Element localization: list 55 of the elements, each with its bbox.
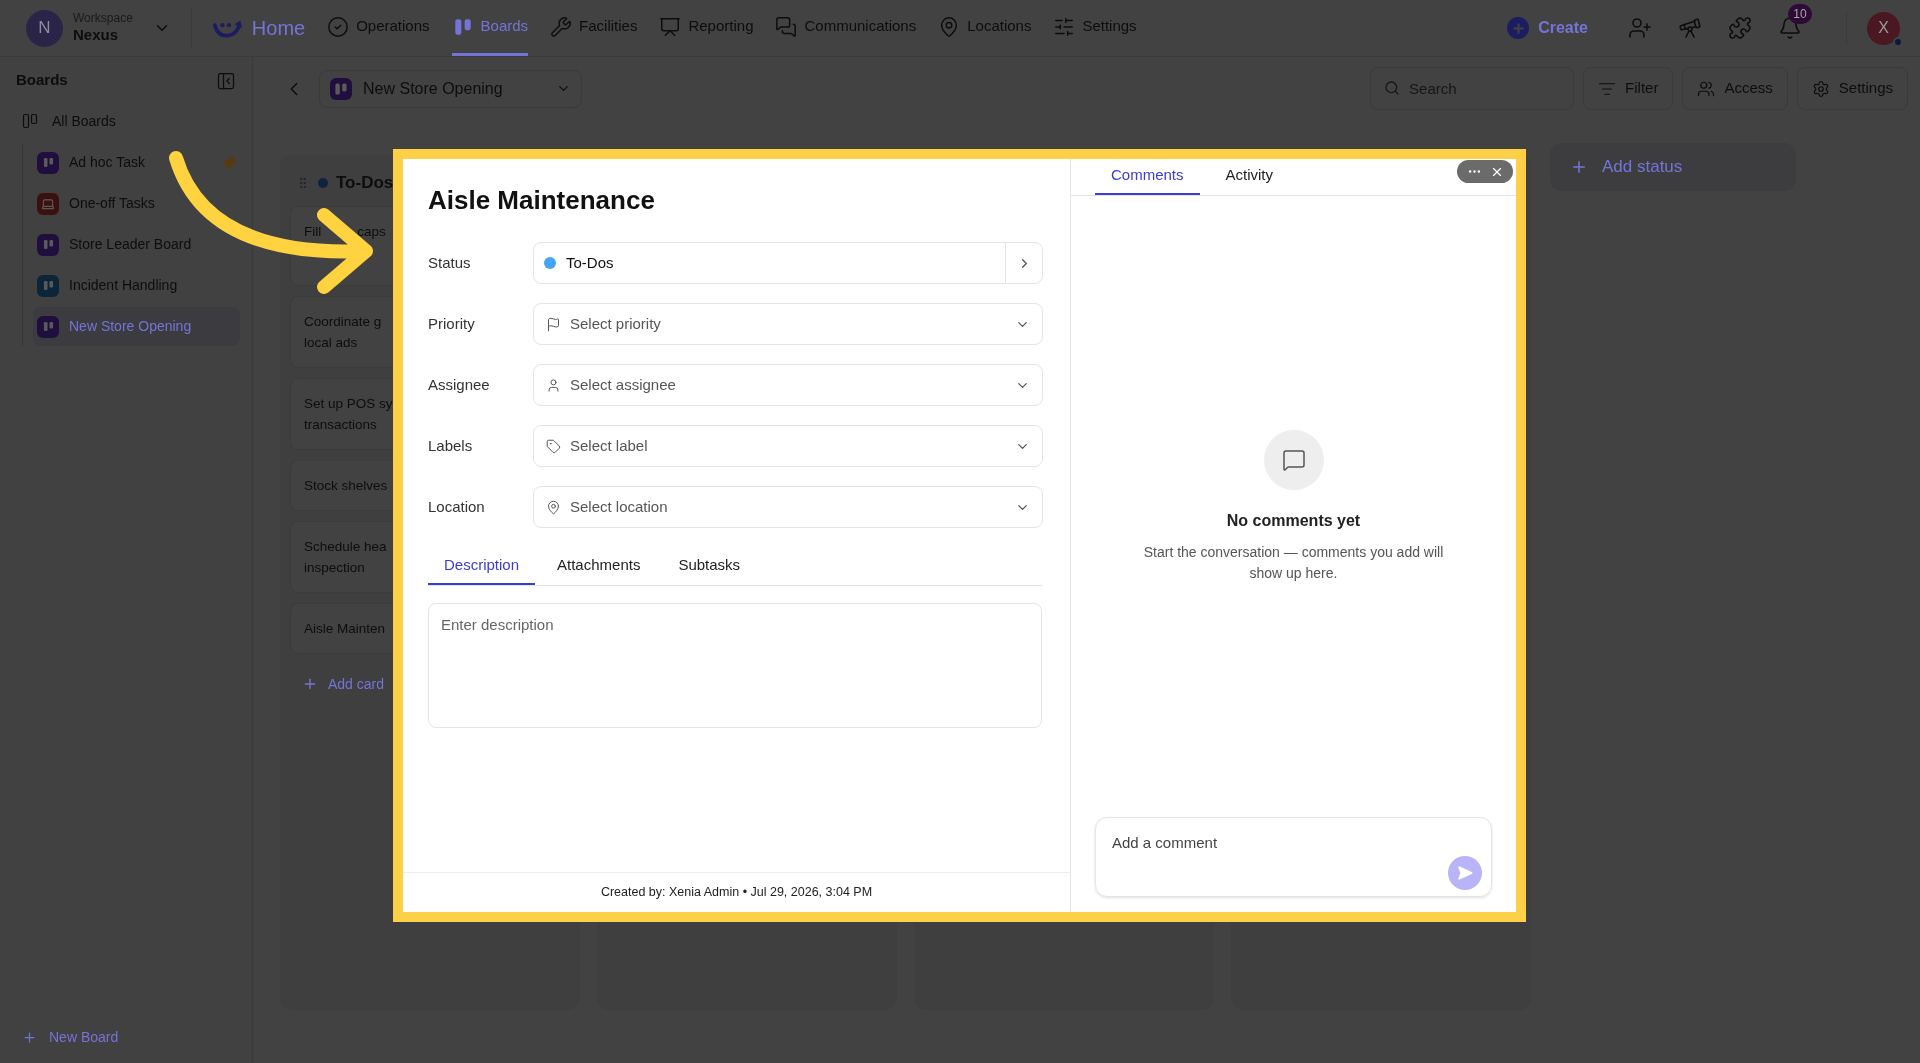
field-label: Assignee <box>428 374 491 395</box>
comment-field[interactable]: Add a comment <box>1095 817 1492 897</box>
plus-icon <box>302 676 318 692</box>
tab[interactable]: Comments <box>1095 158 1200 195</box>
field-label: Priority <box>428 313 476 334</box>
workspace-avatar: N <box>26 9 63 47</box>
send-button[interactable] <box>1448 856 1482 890</box>
settings-icon <box>1811 79 1830 98</box>
board-list-item[interactable]: New Store Opening <box>33 307 240 346</box>
board-icon <box>330 77 352 100</box>
bell-icon[interactable] <box>1778 16 1802 40</box>
task-title: Aisle Maintenance <box>428 184 656 217</box>
home-link[interactable]: Home <box>211 0 306 56</box>
flag-icon <box>546 316 561 332</box>
columns-icon <box>22 113 38 129</box>
nav-link[interactable]: Boards <box>451 0 529 56</box>
status-value: To-Dos <box>566 252 614 273</box>
description-field[interactable]: Enter description <box>428 603 1042 728</box>
user-plus-icon[interactable] <box>1628 16 1652 40</box>
chat-bubbles-icon <box>775 15 798 38</box>
empty-state-title: No comments yet <box>1226 511 1361 531</box>
tab[interactable]: Subtasks <box>662 547 757 585</box>
sliders-icon <box>1053 15 1076 38</box>
plus-icon <box>1570 158 1588 176</box>
create-button[interactable]: Create <box>1507 16 1588 40</box>
status-field[interactable]: To-Dos <box>533 242 1043 284</box>
plus-icon <box>22 1029 37 1045</box>
tag-icon <box>546 438 561 454</box>
user-icon <box>546 377 561 393</box>
new-board-button[interactable]: New Board <box>0 1019 252 1055</box>
dropdown-field[interactable]: Select location <box>533 486 1043 528</box>
created-by-text: Created by: Xenia Admin • Jul 29, 2026, 3:04 PM <box>600 884 873 902</box>
collapse-sidebar-icon[interactable] <box>216 70 236 91</box>
map-pin-icon <box>546 499 561 515</box>
empty-state-text: Start the conversation — comments you add will show up here. <box>1142 543 1445 583</box>
field-label: Location <box>428 496 486 517</box>
notification-badge: 10 <box>1788 4 1812 24</box>
tab[interactable]: Activity <box>1209 158 1290 195</box>
field-label: Status <box>428 252 472 273</box>
presentation-icon <box>659 15 682 38</box>
tab[interactable]: Attachments <box>541 547 657 585</box>
wrench-icon <box>550 15 573 38</box>
dropdown-field[interactable]: Select label <box>533 425 1043 467</box>
field-label: Labels <box>428 435 474 456</box>
user-avatar[interactable]: X <box>1867 11 1900 45</box>
dropdown-field[interactable]: Select assignee <box>533 364 1043 406</box>
add-status-button[interactable]: Add status <box>1550 143 1796 191</box>
puzzle-icon[interactable] <box>1728 16 1752 40</box>
users-icon <box>1697 79 1716 98</box>
dropdown-field[interactable]: Select priority <box>533 303 1043 345</box>
search-icon <box>1384 80 1401 96</box>
tab[interactable]: Description <box>428 547 536 585</box>
send-icon <box>1457 865 1473 881</box>
telescope-icon[interactable] <box>1678 16 1702 40</box>
check-circle-icon <box>327 15 350 38</box>
